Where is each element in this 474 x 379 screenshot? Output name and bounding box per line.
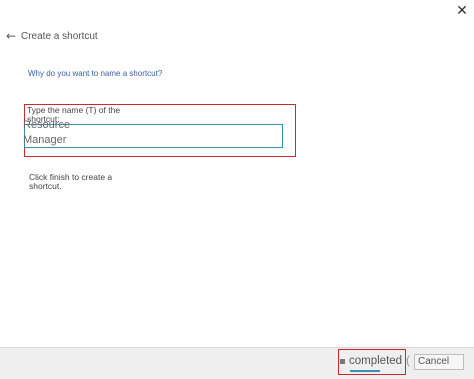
finish-focus-underline (350, 370, 380, 372)
dialog-header: ← Create a shortcut (6, 28, 98, 44)
close-icon[interactable]: ✕ (453, 2, 471, 20)
finish-instruction: Click finish to create a shortcut. (29, 172, 113, 191)
finish-button[interactable]: completed (340, 352, 404, 370)
question-heading: Why do you want to name a shortcut? (28, 69, 163, 78)
create-shortcut-dialog: ✕ ← Create a shortcut Why do you want to… (0, 0, 474, 379)
finish-marker-icon (340, 358, 345, 364)
back-arrow-icon[interactable]: ← (6, 29, 18, 43)
finish-paren: ( (406, 353, 410, 367)
shortcut-name-value[interactable]: Resource Manager (23, 118, 143, 148)
dialog-title: Create a shortcut (21, 30, 98, 42)
finish-button-label: completed (349, 355, 403, 367)
cancel-button[interactable]: Cancel (414, 354, 464, 370)
